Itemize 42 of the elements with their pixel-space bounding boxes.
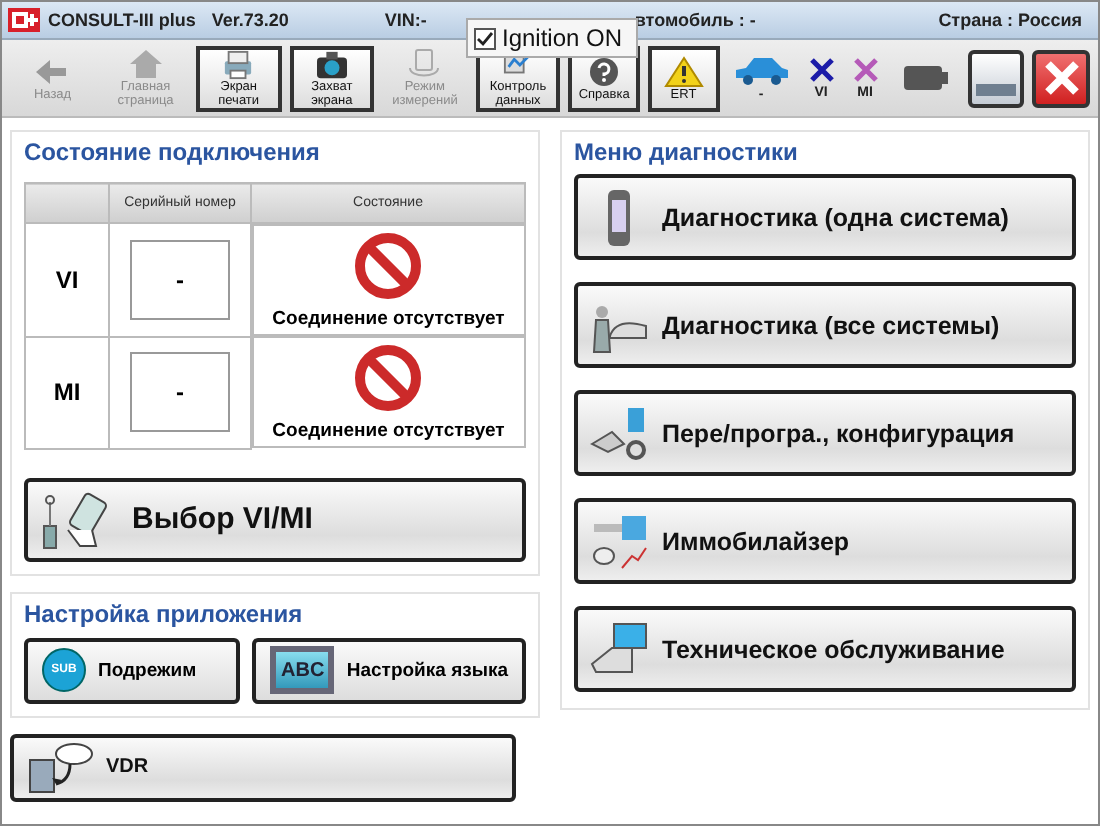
no-connection-icon (354, 231, 423, 299)
warning-icon (663, 55, 704, 87)
diagnostics-button[interactable]: Техническое обслуживание (574, 606, 1076, 692)
serial-field: - (130, 352, 230, 432)
country-label: Страна : Россия (938, 10, 1082, 30)
camera-icon (311, 49, 352, 79)
close-icon (1041, 58, 1082, 98)
car-icon (731, 54, 792, 86)
programming-icon (590, 403, 650, 463)
ignition-checkbox[interactable] (474, 27, 496, 49)
connection-status: Соединение отсутствует (272, 419, 505, 441)
settings-button[interactable]: ABC Настройка языка (252, 637, 526, 703)
diagnostics-button[interactable]: Диагностика (все системы) (574, 282, 1076, 368)
minimize-icon (975, 84, 1016, 96)
meter-icon (404, 48, 445, 80)
diagnostics-button[interactable]: Пере/програ., конфигурация (574, 390, 1076, 476)
select-vi-mi-button[interactable]: Выбор VI/MI (24, 477, 526, 561)
diagnostics-button[interactable]: Диагностика (одна система) (574, 174, 1076, 260)
connection-status: Соединение отсутствует (272, 307, 505, 329)
app-logo-icon (8, 8, 40, 32)
app-version: Ver.73.20 (211, 10, 289, 30)
serial-field: - (130, 239, 230, 320)
table-cell: VI (25, 223, 109, 336)
vin-label: VIN:- (384, 10, 427, 30)
app-title: CONSULT-III plus (48, 10, 196, 30)
no-connection-icon (354, 343, 423, 411)
abc-icon: ABC (270, 646, 335, 694)
table-cell: MI (25, 336, 109, 448)
monitor-car-icon (590, 619, 650, 679)
battery-icon (903, 66, 948, 90)
house-icon (125, 48, 166, 80)
key-icon (590, 511, 650, 571)
panel-title: Настройка приложения (24, 599, 305, 627)
panel-title: Меню диагностики (574, 138, 800, 166)
vdr-button[interactable]: VDR (10, 733, 516, 801)
minimize-button[interactable] (967, 49, 1025, 107)
table-header (25, 183, 109, 223)
device-cloud-icon (26, 739, 94, 795)
panel-title: Состояние подключения (24, 138, 322, 166)
diagnostics-button[interactable]: Иммобилайзер (574, 498, 1076, 584)
close-button[interactable] (1032, 49, 1090, 107)
vehicle-label: втомобиль : - (634, 10, 756, 30)
